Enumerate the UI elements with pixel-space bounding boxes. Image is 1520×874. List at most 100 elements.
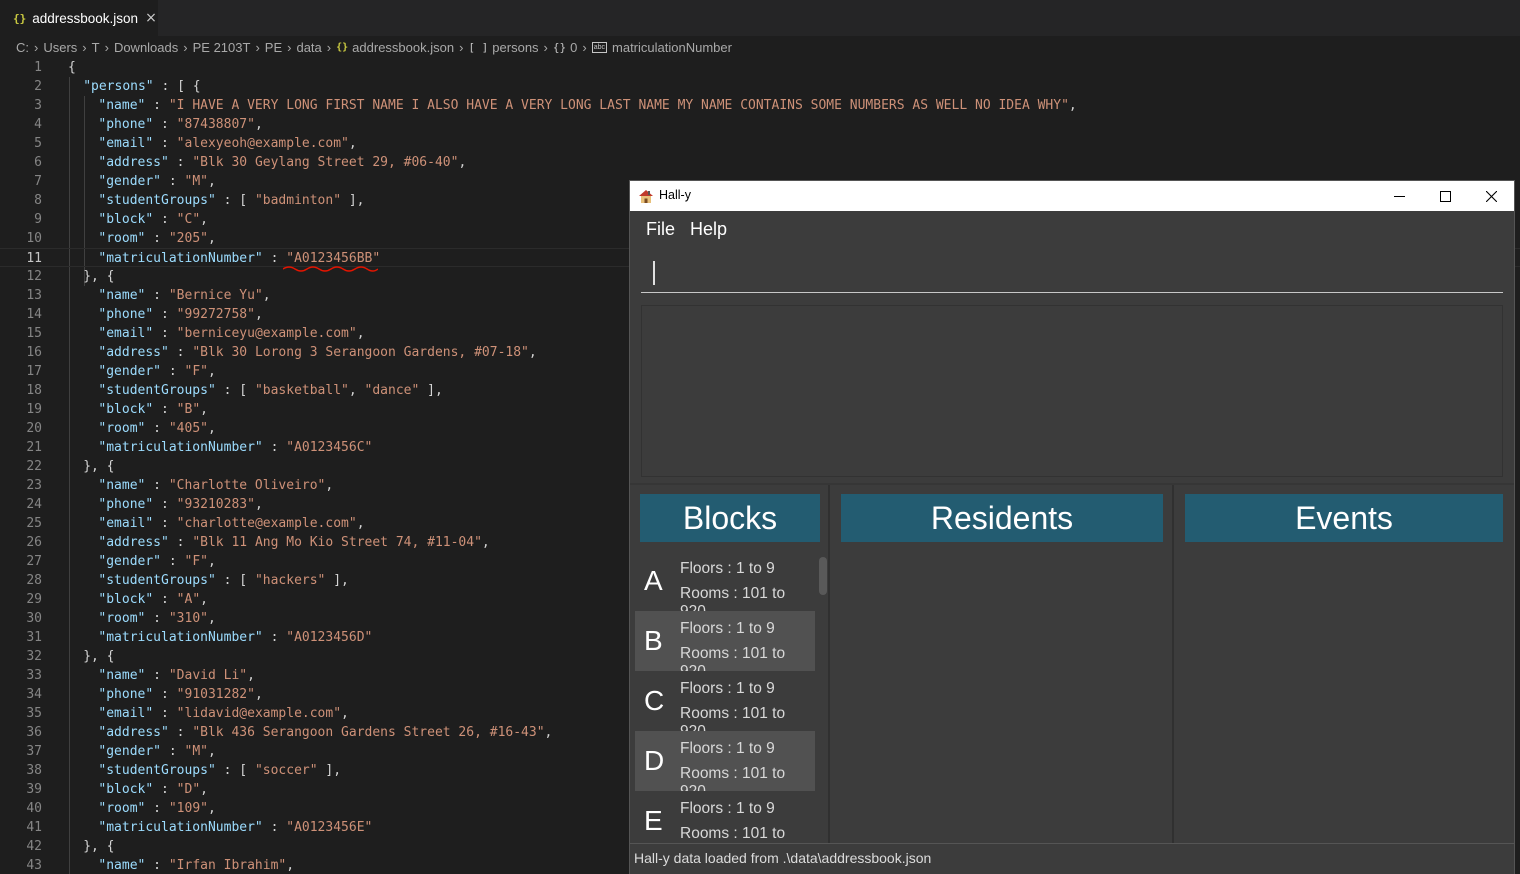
code-line[interactable]: 5 "email" : "alexyeoh@example.com", [0, 134, 1520, 153]
json-key: "name" [98, 858, 146, 873]
json-punct: , [341, 706, 349, 721]
code-text: "studentGroups" : [ "soccer" ], [98, 761, 341, 780]
json-string: "basketball" [254, 383, 349, 398]
events-list[interactable] [1174, 551, 1514, 843]
breadcrumb-item-persons[interactable]: persons [492, 40, 538, 55]
code-text: "block" : "A", [98, 590, 208, 609]
breadcrumb-item-data[interactable]: data [296, 40, 321, 55]
code-text: "phone" : "93210283", [98, 495, 262, 514]
line-number: 12 [26, 269, 42, 284]
json-punct: , [356, 326, 365, 341]
menu-help[interactable]: Help [690, 219, 727, 240]
json-key: "email" [98, 516, 154, 531]
scrollbar[interactable] [819, 557, 827, 595]
object-icon: {} [552, 40, 567, 54]
code-line[interactable]: 3 "name" : "I HAVE A VERY LONG FIRST NAME… [0, 96, 1520, 115]
close-button[interactable] [1468, 181, 1514, 211]
json-punct: , [544, 725, 553, 740]
json-string: "A0123456C" [286, 440, 373, 455]
json-punct: : [168, 535, 193, 550]
breadcrumb-item-users[interactable]: Users [43, 40, 77, 55]
line-number: 6 [34, 155, 42, 170]
json-punct: : [168, 155, 193, 170]
code-line[interactable]: 1{ [0, 58, 1520, 77]
block-card[interactable]: D Floors : 1 to 9 Rooms : 101 to 920 [635, 731, 815, 800]
code-text: }, { [83, 647, 114, 666]
code-text: "address" : "Blk 30 Geylang Street 29, #… [98, 153, 466, 172]
json-punct: : [262, 630, 287, 645]
command-input[interactable] [641, 251, 1503, 293]
block-card[interactable]: A Floors : 1 to 9 Rooms : 101 to 920 [635, 551, 815, 620]
json-string: "berniceyu@example.com" [176, 326, 357, 341]
chevron-right-icon: › [34, 39, 39, 55]
json-punct: : [145, 231, 169, 246]
block-card[interactable]: C Floors : 1 to 9 Rooms : 101 to 920 [635, 671, 815, 740]
breadcrumb-item-downloads[interactable]: Downloads [114, 40, 178, 55]
line-number: 20 [26, 421, 42, 436]
line-number: 14 [26, 307, 42, 322]
close-tab-icon[interactable]: × [145, 10, 157, 26]
json-key: "persons" [83, 79, 154, 94]
block-list[interactable]: A Floors : 1 to 9 Rooms : 101 to 920 B F… [635, 551, 815, 843]
json-string: "109" [168, 801, 208, 816]
minimize-button[interactable] [1376, 181, 1422, 211]
line-number: 23 [26, 478, 42, 493]
json-string: "F" [184, 554, 208, 569]
json-punct: , [262, 288, 271, 303]
maximize-icon [1439, 190, 1451, 202]
chevron-right-icon: › [543, 39, 548, 55]
block-card[interactable]: B Floors : 1 to 9 Rooms : 101 to 920 [635, 611, 815, 680]
breadcrumb-item-pe-2103t[interactable]: PE 2103T [193, 40, 251, 55]
title-bar[interactable]: Hall-y [630, 181, 1514, 211]
code-text: "matriculationNumber" : "A0123456C" [98, 438, 372, 457]
breadcrumb-item-t[interactable]: T [92, 40, 100, 55]
json-key: "block" [98, 592, 154, 607]
code-line[interactable]: 2 "persons" : [ { [0, 77, 1520, 96]
maximize-button[interactable] [1422, 181, 1468, 211]
json-key: "block" [98, 402, 154, 417]
breadcrumb-item-field[interactable]: matriculationNumber [612, 40, 732, 55]
chevron-right-icon: › [582, 39, 587, 55]
block-rooms: Rooms : 101 to 920 [680, 825, 786, 842]
json-key: "gender" [98, 364, 162, 379]
code-text: "studentGroups" : [ "badminton" ], [98, 191, 364, 210]
json-key: "phone" [98, 687, 154, 702]
code-text: { [68, 58, 76, 77]
json-key: "phone" [98, 497, 154, 512]
json-punct: , [207, 421, 216, 436]
code-line[interactable]: 4 "phone" : "87438807", [0, 115, 1520, 134]
line-number: 43 [26, 858, 42, 873]
breadcrumb-item-file[interactable]: addressbook.json [352, 40, 454, 55]
json-punct: : [168, 345, 193, 360]
array-icon: [ ] [468, 40, 489, 54]
json-punct: , [207, 554, 216, 569]
line-number: 4 [34, 117, 42, 132]
breadcrumb-item-pe[interactable]: PE [265, 40, 282, 55]
block-letter: A [644, 565, 663, 596]
error-squiggle [283, 266, 378, 272]
json-punct: }, { [83, 269, 115, 284]
code-text: "name" : "I HAVE A VERY LONG FIRST NAME … [98, 96, 1076, 115]
json-punct: }, { [83, 649, 115, 664]
code-line[interactable]: 6 "address" : "Blk 30 Geylang Street 29, … [0, 153, 1520, 172]
json-string: "alexyeoh@example.com" [176, 136, 349, 151]
tab-addressbook-json[interactable]: {} addressbook.json × [0, 0, 158, 36]
block-card[interactable]: E Floors : 1 to 9 Rooms : 101 to 920 [635, 791, 815, 843]
json-punct: : [262, 440, 287, 455]
json-punct: : [145, 421, 169, 436]
json-string: "Blk 436 Serangoon Gardens Street 26, #1… [192, 725, 545, 740]
breadcrumb-item-drive[interactable]: C: [16, 40, 29, 55]
json-string: "I HAVE A VERY LONG FIRST NAME I ALSO HA… [168, 98, 1069, 113]
json-punct: : [161, 554, 185, 569]
json-string: "A0123456E" [286, 820, 373, 835]
code-text: "email" : "lidavid@example.com", [98, 704, 348, 723]
menu-file[interactable]: File [646, 219, 675, 240]
json-key: "room" [98, 231, 146, 246]
json-string: "Bernice Yu" [168, 288, 263, 303]
residents-list[interactable] [830, 551, 1172, 843]
json-punct: , [254, 497, 263, 512]
json-key: "matriculationNumber" [98, 251, 263, 266]
code-text: "name" : "Bernice Yu", [98, 286, 270, 305]
line-number: 22 [26, 459, 42, 474]
breadcrumb-item-index[interactable]: 0 [570, 40, 577, 55]
